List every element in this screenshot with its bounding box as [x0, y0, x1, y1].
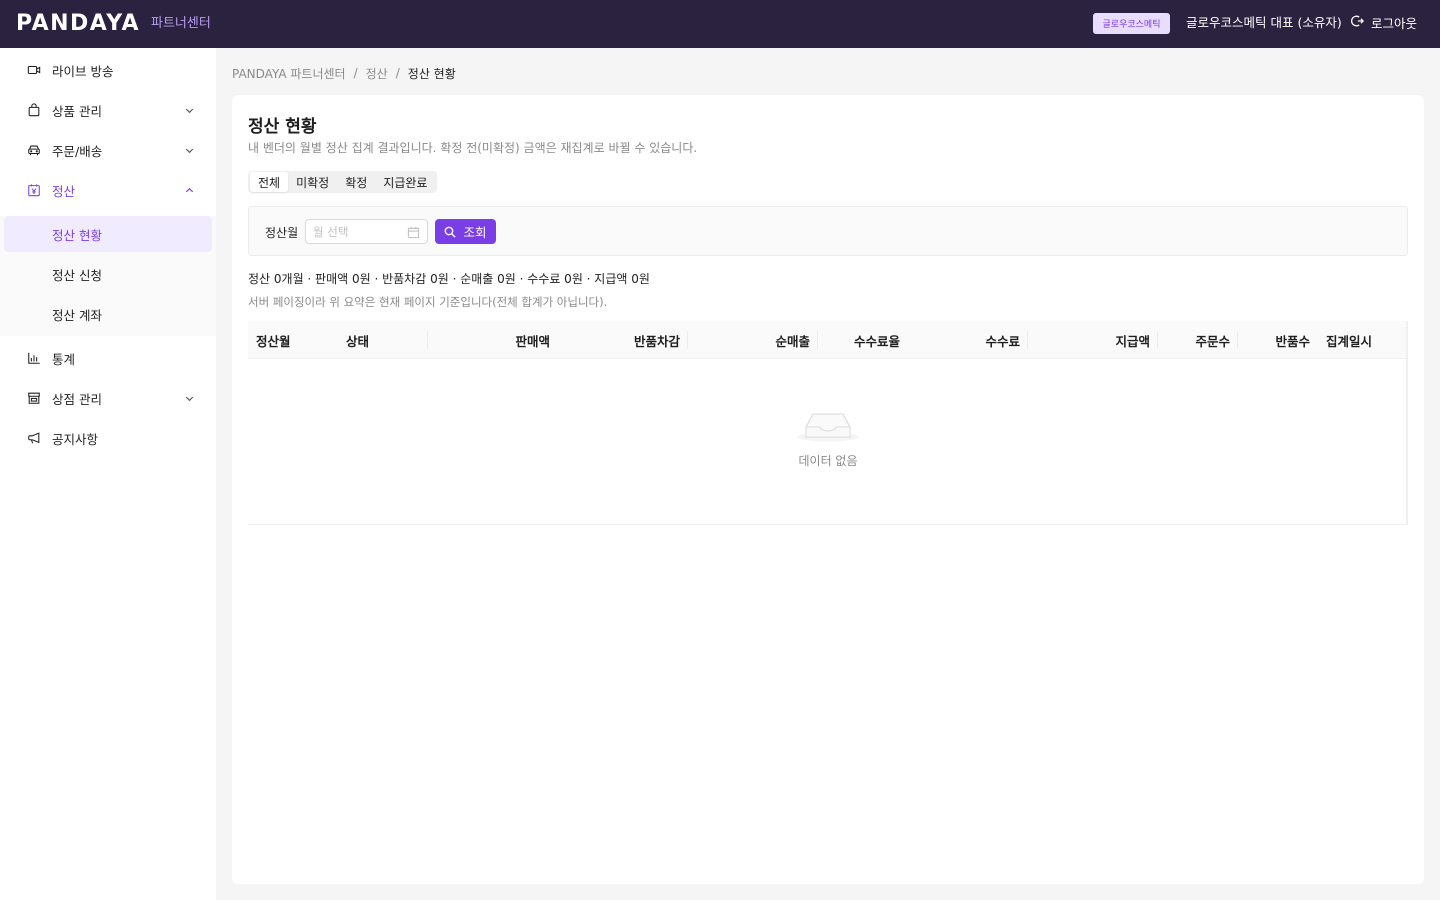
column-header-aggregated-at[interactable]: 집계일시 — [1326, 321, 1372, 359]
content-card: 정산 현황 내 벤더의 월별 정산 집계 결과입니다. 확정 전(미확정) 금액… — [232, 95, 1424, 884]
filter-bar: 정산월 조회 — [248, 206, 1408, 256]
empty-text: 데이터 없음 — [798, 454, 858, 468]
column-header-fee[interactable]: 수수료 — [908, 321, 1020, 359]
chevron-down-icon — [185, 148, 194, 153]
sidebar-item-label: 정산 — [52, 183, 76, 199]
vendor-badge: 글로우코스메틱 — [1093, 13, 1170, 34]
tab-all[interactable]: 전체 — [250, 172, 289, 192]
page-title: 정산 현황 — [248, 117, 317, 137]
sidebar-item-label: 상점 관리 — [52, 391, 102, 407]
paging-note: 서버 페이징이라 위 요약은 현재 페이지 기준입니다(전체 합계가 아닙니다)… — [248, 295, 608, 309]
column-header-return-deduction[interactable]: 반품차감 — [560, 321, 680, 359]
empty-inbox-icon — [797, 413, 859, 442]
sidebar-subitem-label: 정산 계좌 — [52, 307, 102, 323]
page-description: 내 벤더의 월별 정산 집계 결과입니다. 확정 전(미확정) 금액은 재집계로… — [248, 141, 698, 155]
breadcrumb-current: 정산 현황 — [407, 66, 456, 81]
table-header: 정산월 상태 판매액 반품차감 순매출 수수료율 수수료 지급액 주문수 반품수… — [248, 321, 1408, 359]
sidebar-item-orders[interactable]: 주문/배송 — [0, 130, 216, 170]
column-header-return-count[interactable]: 반품수 — [1238, 321, 1310, 359]
settlement-icon — [27, 183, 41, 197]
sidebar: 라이브 방송 상품 관리 주문/배송 정산 정산 현황 정산 신청 정산 계좌 … — [0, 48, 216, 900]
breadcrumb: PANDAYA 파트너센터 / 정산 / 정산 현황 — [232, 64, 456, 82]
sidebar-item-label: 통계 — [52, 351, 76, 367]
sidebar-item-label: 공지사항 — [52, 431, 99, 447]
car-icon — [27, 143, 41, 157]
sidebar-item-label: 라이브 방송 — [52, 63, 114, 79]
breadcrumb-separator: / — [353, 66, 358, 80]
chevron-down-icon — [185, 396, 194, 401]
user-name: 글로우코스메틱 대표 (소유자) — [1186, 15, 1342, 30]
tab-paid[interactable]: 지급완료 — [375, 172, 435, 192]
sidebar-item-settlement[interactable]: 정산 — [0, 170, 216, 210]
breadcrumb-separator: / — [395, 66, 400, 80]
status-tabs: 전체 미확정 확정 지급완료 — [248, 171, 438, 193]
sidebar-item-store[interactable]: 상점 관리 — [0, 378, 216, 418]
month-picker[interactable] — [305, 219, 428, 244]
column-header-status[interactable]: 상태 — [346, 321, 369, 359]
sidebar-item-products[interactable]: 상품 관리 — [0, 90, 216, 130]
top-header: PANDAYA 파트너센터 글로우코스메틱 글로우코스메틱 대표 (소유자) 로… — [0, 0, 1440, 48]
sidebar-item-label: 상품 관리 — [52, 103, 102, 119]
table-scrollbar[interactable] — [1406, 321, 1408, 525]
column-header-fee-rate[interactable]: 수수료율 — [818, 321, 900, 359]
sidebar-subitem-settlement-status[interactable]: 정산 현황 — [4, 216, 212, 252]
logout-icon — [1350, 14, 1365, 33]
breadcrumb-home[interactable]: PANDAYA 파트너센터 — [232, 65, 346, 82]
sidebar-subitem-settlement-account[interactable]: 정산 계좌 — [4, 296, 212, 332]
column-header-net-sales[interactable]: 순매출 — [688, 321, 810, 359]
column-header-order-count[interactable]: 주문수 — [1158, 321, 1230, 359]
column-header-month[interactable]: 정산월 — [256, 321, 291, 359]
sidebar-item-notice[interactable]: 공지사항 — [0, 418, 216, 458]
search-icon — [445, 226, 457, 238]
breadcrumb-settlement[interactable]: 정산 — [366, 65, 388, 82]
sidebar-item-stats[interactable]: 통계 — [0, 338, 216, 378]
summary-text: 정산 0개월 · 판매액 0원 · 반품차감 0원 · 순매출 0원 · 수수료… — [248, 272, 650, 286]
sidebar-subitem-label: 정산 현황 — [52, 227, 102, 243]
partner-center-label: 파트너센터 — [151, 16, 211, 31]
tab-unconfirmed[interactable]: 미확정 — [288, 172, 337, 192]
logout-button[interactable]: 로그아웃 — [1350, 14, 1417, 33]
settlement-submenu: 정산 현황 정산 신청 정산 계좌 — [0, 216, 216, 336]
chevron-up-icon — [185, 187, 194, 192]
tab-confirmed[interactable]: 확정 — [337, 172, 375, 192]
chevron-down-icon — [185, 108, 194, 113]
sidebar-subitem-label: 정산 신청 — [52, 267, 102, 283]
column-header-sales[interactable]: 판매액 — [428, 321, 550, 359]
search-button[interactable]: 조회 — [435, 219, 496, 244]
sidebar-item-live[interactable]: 라이브 방송 — [0, 50, 216, 90]
logo-text: PANDAYA — [16, 11, 141, 36]
store-icon — [27, 391, 41, 405]
settlement-table: 정산월 상태 판매액 반품차감 순매출 수수료율 수수료 지급액 주문수 반품수… — [248, 321, 1408, 525]
month-filter-label: 정산월 — [265, 226, 299, 240]
empty-state: 데이터 없음 — [248, 401, 1408, 469]
calendar-icon — [407, 226, 420, 239]
search-button-label: 조회 — [463, 225, 487, 240]
logout-label: 로그아웃 — [1371, 15, 1418, 31]
sidebar-item-label: 주문/배송 — [52, 143, 103, 159]
month-input[interactable] — [313, 224, 403, 240]
shopping-bag-icon — [27, 103, 41, 117]
sidebar-subitem-settlement-request[interactable]: 정산 신청 — [4, 256, 212, 292]
column-header-payout[interactable]: 지급액 — [1028, 321, 1150, 359]
bar-chart-icon — [27, 351, 41, 365]
video-icon — [27, 63, 41, 77]
megaphone-icon — [27, 431, 41, 445]
pandaya-logo[interactable]: PANDAYA — [16, 13, 140, 35]
